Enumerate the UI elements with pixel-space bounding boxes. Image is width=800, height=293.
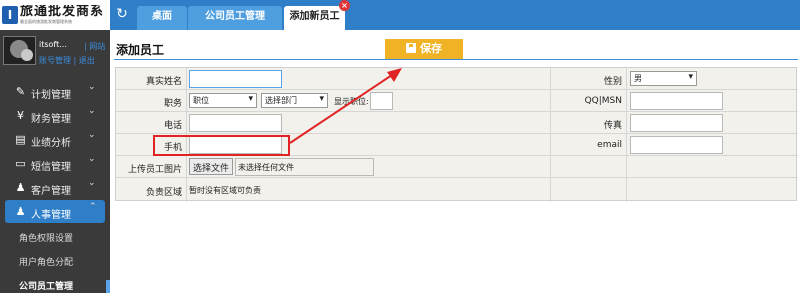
annotation-arrow xyxy=(289,68,402,144)
app-window: I 旅通批发商系 最全面的旅游批发商管理系统 ↻ 桌面 公司员工管理 添加新员工… xyxy=(0,0,800,293)
